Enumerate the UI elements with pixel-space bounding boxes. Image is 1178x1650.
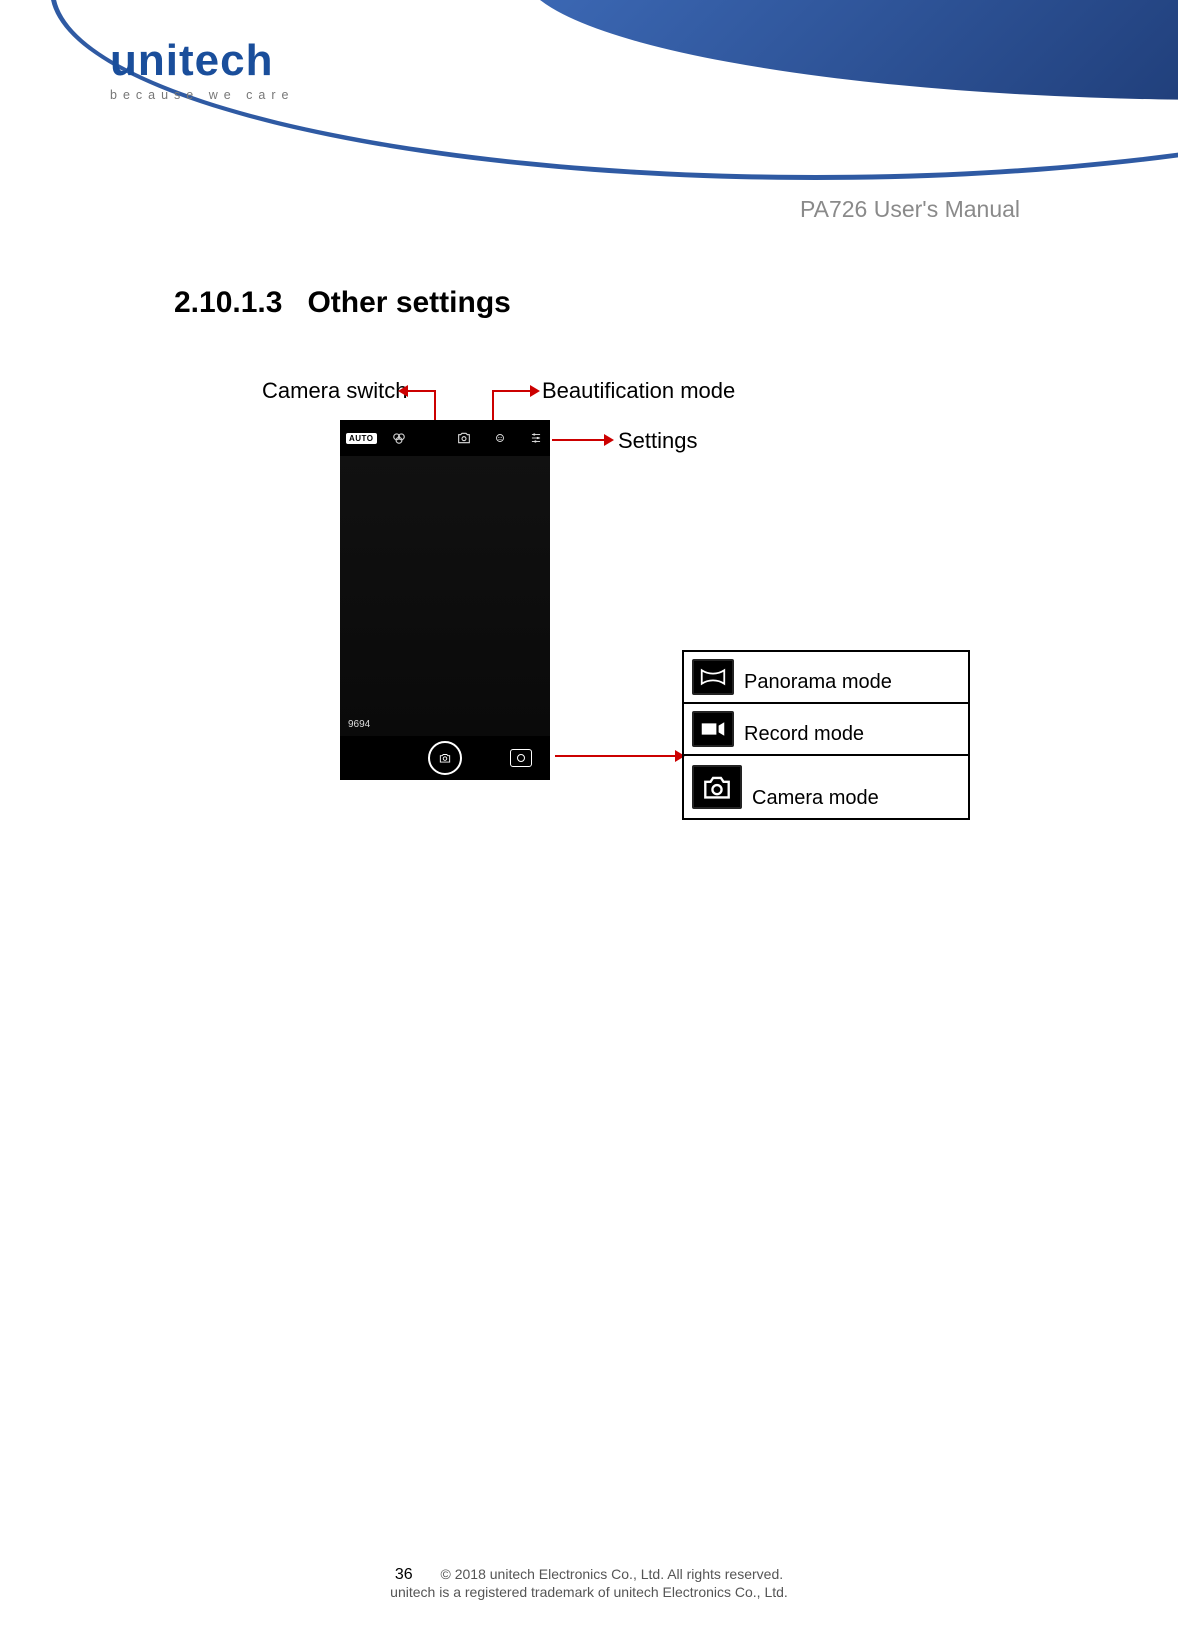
legend-row-panorama: Panorama mode xyxy=(684,652,968,704)
section-number: 2.10.1.3 xyxy=(174,286,282,319)
section-heading: 2.10.1.3 Other settings xyxy=(174,286,511,320)
camera-mode-switch-icon[interactable] xyxy=(510,749,532,767)
shutter-button[interactable] xyxy=(428,741,462,775)
legend-label-camera: Camera mode xyxy=(752,787,879,814)
viewfinder: 9694 xyxy=(340,456,550,736)
document-title: PA726 User's Manual xyxy=(800,196,1020,223)
auto-badge[interactable]: AUTO xyxy=(346,433,377,444)
panorama-mode-icon xyxy=(692,659,734,695)
label-settings: Settings xyxy=(618,428,698,454)
camera-switch-icon[interactable] xyxy=(456,430,472,446)
page-number: 36 xyxy=(395,1566,413,1583)
phone-screenshot: AUTO 9694 xyxy=(340,420,550,780)
legend-row-camera: Camera mode xyxy=(684,756,968,818)
camera-mode-icon xyxy=(692,765,742,809)
legend-label-panorama: Panorama mode xyxy=(744,671,892,698)
mode-legend: Panorama mode Record mode Camera mode xyxy=(682,650,970,820)
beautification-icon[interactable] xyxy=(492,431,508,445)
record-mode-icon xyxy=(692,711,734,747)
logo-block: unitech because we care xyxy=(110,36,295,102)
logo-tagline: because we care xyxy=(110,88,295,102)
footer-copyright: © 2018 unitech Electronics Co., Ltd. All… xyxy=(441,1566,784,1582)
camera-bottom-bar xyxy=(340,736,550,780)
footer-trademark: unitech is a registered trademark of uni… xyxy=(0,1584,1178,1600)
camera-top-bar: AUTO xyxy=(340,420,550,456)
legend-label-record: Record mode xyxy=(744,723,864,750)
footer: 36 © 2018 unitech Electronics Co., Ltd. … xyxy=(0,1566,1178,1600)
settings-slider-icon[interactable] xyxy=(528,431,544,445)
filter-icon[interactable] xyxy=(391,431,407,445)
section-title: Other settings xyxy=(307,286,510,319)
camera-icon xyxy=(438,751,452,765)
legend-row-record: Record mode xyxy=(684,704,968,756)
label-camera-switch: Camera switch xyxy=(262,378,407,404)
label-beautification-mode: Beautification mode xyxy=(542,378,735,404)
resolution-text: 9694 xyxy=(348,719,370,730)
logo-wordmark: unitech xyxy=(110,36,295,86)
